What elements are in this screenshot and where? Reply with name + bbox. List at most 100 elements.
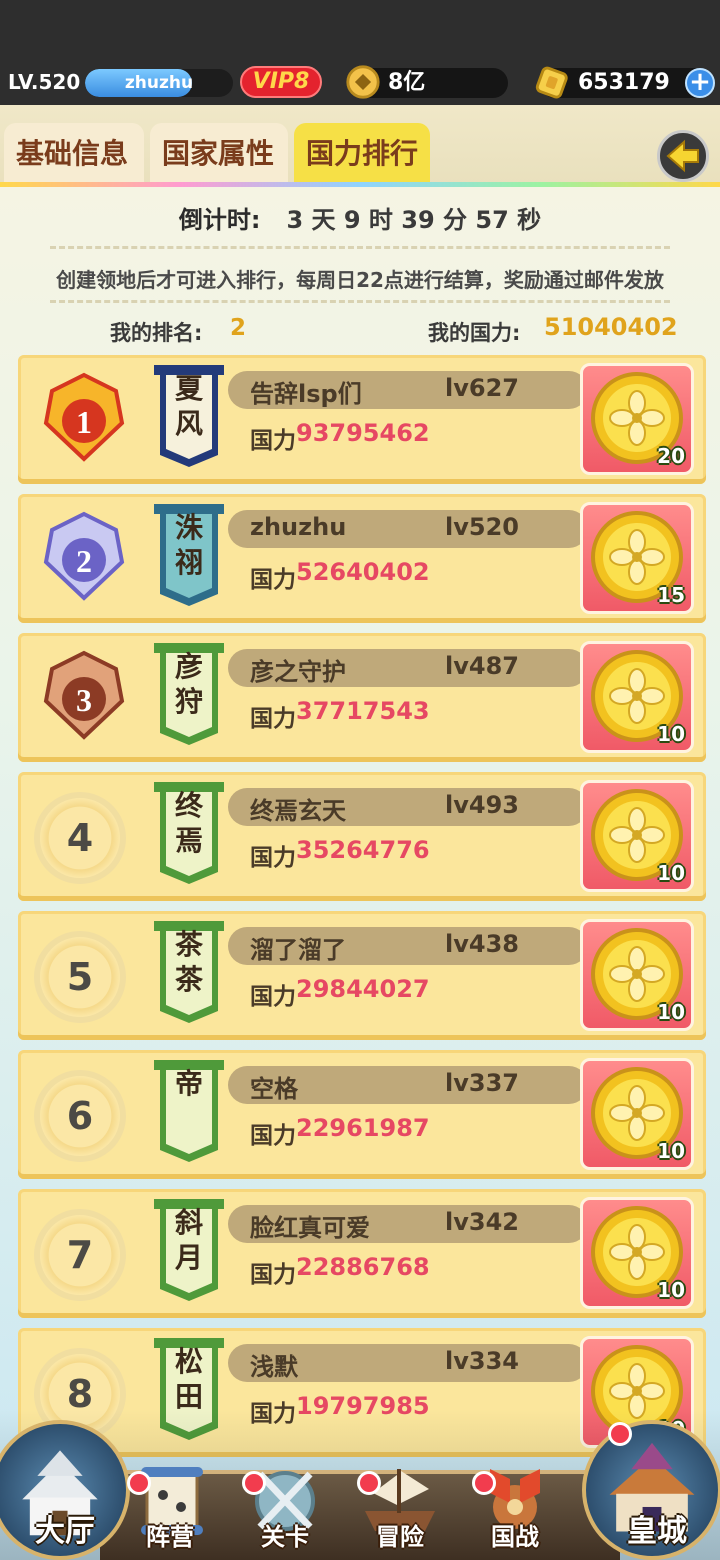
nav-war[interactable]: 国战 xyxy=(460,1445,570,1560)
nation-banner: 茶茶 xyxy=(154,921,224,1023)
nation-banner: 彦狩 xyxy=(154,643,224,745)
player-name: 终焉玄天 xyxy=(250,797,346,825)
ranking-rule-text: 创建领地后才可进入排行，每周日22点进行结算，奖励通过邮件发放 xyxy=(56,268,664,292)
rank-number: 5 xyxy=(34,931,126,1023)
divider xyxy=(50,300,670,303)
countdown: 倒计时: 3 天 9 时 39 分 57 秒 xyxy=(0,200,720,235)
gold-ingot-icon xyxy=(535,66,568,99)
power-label: 国力 xyxy=(250,984,296,1010)
rank-medal-icon: 3 xyxy=(43,650,125,740)
player-name: 彦之守护 xyxy=(250,658,346,686)
silver-value: 8亿 xyxy=(388,70,426,95)
nation-banner: 夏风 xyxy=(154,365,224,467)
nav-adventure-label: 冒险 xyxy=(376,1523,424,1551)
rank-medal-icon: 1 xyxy=(43,372,125,462)
countdown-value: 3 天 9 时 39 分 57 秒 xyxy=(286,206,542,234)
reward-slot[interactable]: 10 xyxy=(580,780,694,892)
ranking-panel: 基础信息 国家属性 国力排行 倒计时: 3 天 9 时 39 分 57 秒 创建领… xyxy=(0,105,720,1560)
player-name: 脸红真可爱 xyxy=(250,1214,370,1242)
player-name: zhuzhu xyxy=(250,513,347,541)
power-value: 37717543 xyxy=(296,697,430,725)
nation-name: 茶茶 xyxy=(174,928,203,996)
vip-badge[interactable]: VIP8 xyxy=(240,66,322,98)
power-label: 国力 xyxy=(250,428,296,454)
ranking-row[interactable]: 5 茶茶 溜了溜了 lv438 国力 29844027 10 xyxy=(18,911,706,1040)
back-button[interactable] xyxy=(657,130,709,182)
reward-slot[interactable]: 10 xyxy=(580,1058,694,1170)
power-label: 国力 xyxy=(250,567,296,593)
tab-basic-info[interactable]: 基础信息 xyxy=(4,123,144,185)
player-name: 空格 xyxy=(250,1075,298,1103)
player-level: lv334 xyxy=(445,1347,519,1375)
ranking-row[interactable]: 6 帝 空格 lv337 国力 22961987 10 xyxy=(18,1050,706,1179)
add-gold-button[interactable]: + xyxy=(685,68,715,98)
power-value: 22886768 xyxy=(296,1253,430,1281)
player-name: zhuzhu xyxy=(124,73,194,93)
power-value: 35264776 xyxy=(296,836,430,864)
rank-number: 2 xyxy=(76,543,92,579)
ranking-row[interactable]: 7 斜月 脸红真可爱 lv342 国力 22886768 10 xyxy=(18,1189,706,1318)
reward-slot[interactable]: 10 xyxy=(580,1197,694,1309)
ranking-row[interactable]: 3 彦狩 彦之守护 lv487 国力 37717543 10 xyxy=(18,633,706,762)
power-value: 29844027 xyxy=(296,975,430,1003)
player-name: 浅默 xyxy=(250,1353,298,1381)
power-value: 22961987 xyxy=(296,1114,430,1142)
rank-number: 6 xyxy=(34,1070,126,1162)
coin-icon xyxy=(346,65,380,99)
player-level: LV.520 xyxy=(8,70,81,94)
resource-bar: LV.520 zhuzhu VIP8 8亿 653179 + xyxy=(0,0,720,105)
tab-nation-attributes[interactable]: 国家属性 xyxy=(150,123,288,185)
reward-count: 10 xyxy=(657,1278,685,1302)
notification-dot xyxy=(357,1471,381,1495)
nation-name: 帝 xyxy=(174,1067,203,1100)
ranking-row[interactable]: 4 终焉 终焉玄天 lv493 国力 35264776 10 xyxy=(18,772,706,901)
reward-count: 10 xyxy=(657,1139,685,1163)
gold-value: 653179 xyxy=(578,70,670,95)
reward-count: 10 xyxy=(657,861,685,885)
power-label: 国力 xyxy=(250,1262,296,1288)
nav-hall-label: 大厅 xyxy=(35,1514,95,1549)
notification-dot xyxy=(608,1422,632,1446)
nation-name: 终焉 xyxy=(174,789,203,857)
ranking-row[interactable]: 1 夏风 告辞lsp们 lv627 国力 93795462 20 xyxy=(18,355,706,484)
reward-slot[interactable]: 15 xyxy=(580,502,694,614)
player-name: 告辞lsp们 xyxy=(250,380,362,408)
nav-camp-label: 阵营 xyxy=(146,1523,194,1551)
reward-slot[interactable]: 10 xyxy=(580,919,694,1031)
my-rank-label: 我的排名: xyxy=(110,321,203,345)
player-level: lv487 xyxy=(445,652,519,680)
nation-banner: 终焉 xyxy=(154,782,224,884)
player-level: lv337 xyxy=(445,1069,519,1097)
nav-adventure[interactable]: 冒险 xyxy=(345,1445,455,1560)
nav-stage[interactable]: 关卡 xyxy=(230,1445,340,1560)
bottom-nav: 大厅 阵营 关卡 冒险 国战 皇城 xyxy=(0,1410,720,1560)
tab-bar: 基础信息 国家属性 国力排行 xyxy=(0,105,720,187)
power-label: 国力 xyxy=(250,845,296,871)
notification-dot xyxy=(472,1471,496,1495)
nav-war-label: 国战 xyxy=(491,1523,539,1551)
reward-slot[interactable]: 20 xyxy=(580,363,694,475)
nation-banner: 洙祤 xyxy=(154,504,224,606)
nation-name: 洙祤 xyxy=(174,511,203,579)
nav-palace[interactable]: 皇城 xyxy=(582,1410,720,1560)
nation-name: 斜月 xyxy=(174,1206,203,1274)
nation-name: 彦狩 xyxy=(174,650,203,718)
player-level: lv627 xyxy=(445,374,519,402)
power-label: 国力 xyxy=(250,706,296,732)
power-value: 93795462 xyxy=(296,419,430,447)
tab-power-ranking[interactable]: 国力排行 xyxy=(294,123,430,185)
rank-medal-icon: 2 xyxy=(43,511,125,601)
nation-banner: 斜月 xyxy=(154,1199,224,1301)
reward-slot[interactable]: 10 xyxy=(580,641,694,753)
arrow-left-icon xyxy=(666,139,699,173)
player-name: 溜了溜了 xyxy=(250,936,346,964)
reward-count: 20 xyxy=(657,444,685,468)
nav-hall[interactable]: 大厅 xyxy=(0,1410,130,1560)
nav-camp[interactable]: 阵营 xyxy=(115,1445,225,1560)
player-level: lv342 xyxy=(445,1208,519,1236)
divider xyxy=(50,246,670,249)
reward-count: 10 xyxy=(657,722,685,746)
nation-banner: 帝 xyxy=(154,1060,224,1162)
ranking-row[interactable]: 2 洙祤 zhuzhu lv520 国力 52640402 15 xyxy=(18,494,706,623)
my-rank-value: 2 xyxy=(230,315,247,341)
